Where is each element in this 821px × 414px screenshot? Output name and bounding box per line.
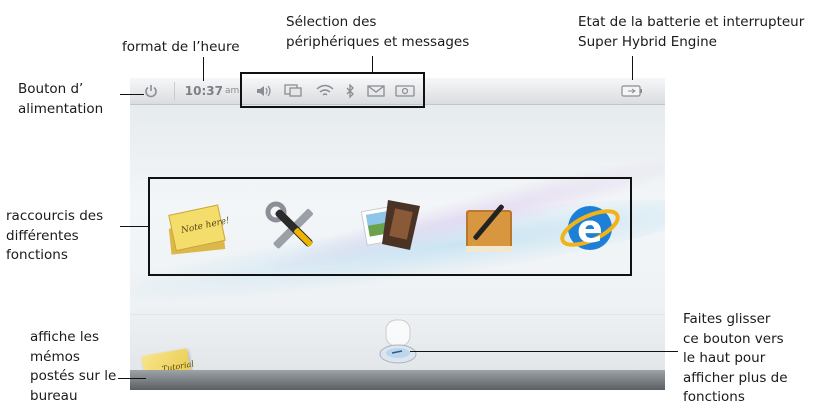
callout-drawer: Faites glisser ce bouton vers le haut po…: [683, 310, 788, 408]
dock-bar: [130, 370, 665, 390]
memo-label-line4: bureau: [30, 387, 78, 404]
app-drawer-handle[interactable]: [376, 318, 420, 364]
power-icon[interactable]: [142, 83, 160, 99]
leader-line: [203, 57, 204, 81]
memo-label-line3: postés sur le: [30, 368, 117, 385]
leader-line: [632, 56, 633, 80]
shortcuts-label-line1: raccourcis des: [6, 208, 104, 224]
devices-label-line2: périphériques et messages: [286, 33, 470, 50]
shortcuts-label-line2: différentes: [6, 227, 79, 244]
clock[interactable]: 10:37 am: [180, 83, 244, 99]
clock-ampm: am: [224, 86, 240, 96]
leader-line: [410, 351, 678, 352]
divider: [174, 82, 175, 100]
callout-devices: Sélection des périphériques et messages: [286, 13, 469, 52]
memo-label-line2: mémos: [30, 348, 80, 365]
power-label-line2: alimentation: [18, 100, 104, 117]
battery-icon[interactable]: [620, 83, 644, 99]
callout-time-format: format de l’heure: [122, 38, 240, 58]
floor-line: [130, 314, 665, 315]
devices-label-line1: Sélection des: [286, 14, 377, 30]
drawer-label-line3: le haut pour: [683, 350, 766, 367]
power-label-line1: Bouton d’: [18, 81, 84, 97]
callout-memo: affiche les mémos postés sur le bureau: [30, 328, 116, 406]
drawer-label-line1: Faites glisser: [683, 311, 771, 327]
clock-time: 10:37: [184, 84, 223, 98]
callout-shortcuts: raccourcis des différentes fonctions: [6, 207, 103, 266]
leader-line: [372, 56, 373, 73]
memo-label-line1: affiche les: [30, 329, 99, 345]
drawer-label-line2: ce bouton vers: [683, 330, 784, 347]
drawer-label-line5: fonctions: [683, 389, 745, 406]
leader-line: [118, 378, 146, 379]
battery-label-line1: Etat de la batterie et interrupteur: [578, 14, 805, 30]
shortcuts-label-line3: fonctions: [6, 247, 68, 264]
devices-highlight-box: [240, 72, 425, 108]
leader-line: [120, 94, 144, 95]
callout-power: Bouton d’ alimentation: [18, 80, 103, 119]
shortcuts-highlight-box: [148, 177, 632, 276]
leader-line: [120, 226, 148, 227]
time-format-label: format de l’heure: [122, 39, 240, 55]
drawer-label-line4: afficher plus de: [683, 369, 788, 386]
battery-label-line2: Super Hybrid Engine: [578, 33, 717, 50]
callout-battery: Etat de la batterie et interrupteur Supe…: [578, 13, 804, 52]
